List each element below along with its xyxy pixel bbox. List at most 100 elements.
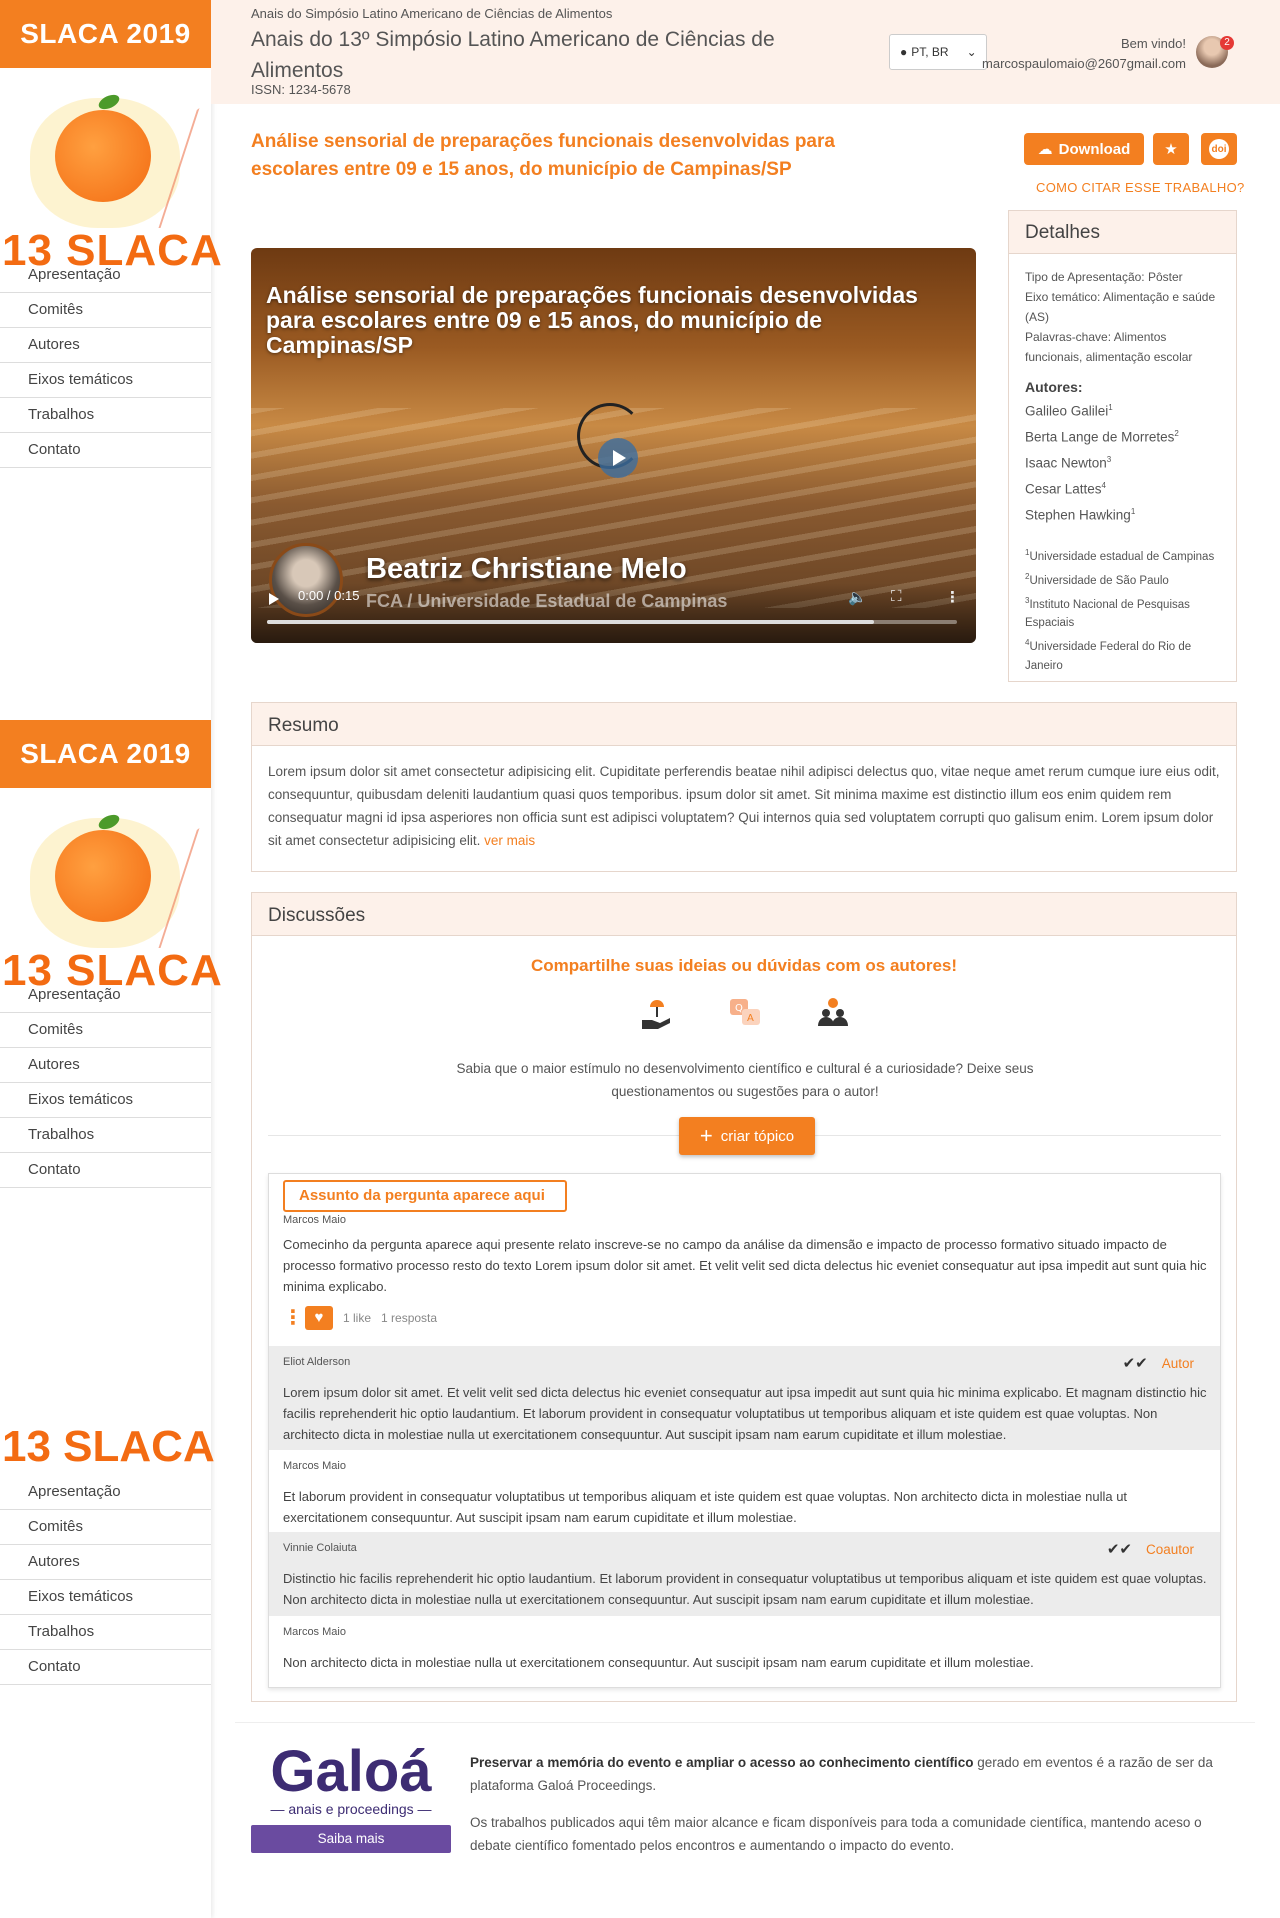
proceedings-title[interactable]: Anais do 13º Simpósio Latino Americano d… [251,24,811,86]
discussion-info: Sabia que o maior estímulo no desenvolvi… [456,1061,1034,1099]
nav-eixos[interactable]: Eixos temáticos [0,363,211,398]
author-name[interactable]: Cesar Lattes4 [1025,475,1220,501]
play-icon[interactable] [269,593,279,605]
author-affiliation-index: 1 [1130,507,1136,516]
star-icon: ★ [1164,141,1178,158]
nav-autores[interactable]: Autores [0,328,211,363]
nav-comites[interactable]: Comitês [0,293,211,328]
footer-text: Preservar a memória do evento e ampliar … [470,1751,1245,1871]
create-topic-label: criar tópico [720,1127,795,1145]
sidebar-nav: Apresentação Comitês Autores Eixos temát… [0,258,211,468]
nav-trabalhos[interactable]: Trabalhos [0,398,211,433]
chevron-down-icon: ⌄ [966,45,977,59]
speaker-name: Beatriz Christiane Melo [366,553,687,585]
nav-comites[interactable]: Comitês [0,1013,211,1048]
download-button[interactable]: ☁ Download [1024,133,1144,165]
people-icon [813,993,853,1033]
galoa-logo: Galoá [270,1739,432,1804]
more-options-icon[interactable]: ⋮ [283,1305,303,1330]
nav-eixos[interactable]: Eixos temáticos [0,1580,211,1615]
nav-trabalhos[interactable]: Trabalhos [0,1615,211,1650]
author-affiliation-index: 3 [1106,455,1112,464]
event-brand[interactable]: SLACA 2019 [0,0,211,68]
top-bar: Anais do Simpósio Latino Americano de Ci… [211,0,1280,104]
thread-subject[interactable]: Assunto da pergunta aparece aqui [283,1180,567,1212]
nav-contato[interactable]: Contato [0,1153,211,1188]
reply-item: Marcos Maio Non architecto dicta in mole… [269,1616,1220,1686]
speaker-photo [269,543,343,617]
galoa-subtitle-text: anais e proceedings [288,1801,414,1817]
galoa-brand: Galoá — anais e proceedings — Saiba mais [251,1741,451,1853]
paper-title: Análise sensorial de preparações funcion… [251,131,835,180]
nav-trabalhos[interactable]: Trabalhos [0,1118,211,1153]
thread-text: Comecinho da pergunta aparece aqui prese… [283,1237,1207,1294]
nav-eixos[interactable]: Eixos temáticos [0,1083,211,1118]
user-email[interactable]: marcospaulomaio@2607gmail.com [982,54,1186,74]
like-count: 1 like [343,1310,372,1325]
learn-more-button[interactable]: Saiba mais [251,1825,451,1853]
create-topic-button[interactable]: + criar tópico [679,1117,815,1155]
reply-role: Coautor [1145,1541,1194,1557]
notification-badge[interactable]: 2 [1220,36,1234,50]
fullscreen-icon[interactable]: ⛶ [891,588,902,605]
discussion-heading: Discussões [252,893,1236,936]
cloud-download-icon: ☁ [1037,141,1053,158]
affiliation-index: 1 [1025,548,1030,557]
reply-author: Marcos Maio [283,1626,346,1638]
volume-icon[interactable]: 🔈 [848,588,867,606]
reply-item: Vinnie Colaiuta ✔✔ Coautor Distinctio hic… [269,1532,1220,1616]
nav-contato[interactable]: Contato [0,433,211,468]
reply-count[interactable]: 1 resposta [381,1311,437,1325]
doi-button[interactable]: doi [1201,133,1237,165]
keywords: Palavras-chave: Alimentos funcionais, al… [1025,327,1220,367]
author-name[interactable]: Galileo Galilei1 [1025,397,1220,423]
play-overlay-icon[interactable] [598,438,638,478]
author-name[interactable]: Berta Lange de Morretes2 [1025,423,1220,449]
theme: Eixo temático: Alimentação e saúde (AS) [1025,287,1220,327]
speaker-institution: FCA / Universidade Estadual de Campinas [366,591,728,611]
author-name[interactable]: Stephen Hawking1 [1025,501,1220,527]
reply-text: Non architecto dicta in molestiae nulla … [283,1655,1034,1670]
abstract-text-block: Lorem ipsum dolor sit amet consectetur a… [252,746,1236,866]
svg-text:Q: Q [735,1003,743,1014]
nav-autores[interactable]: Autores [0,1545,211,1580]
download-label: Download [1058,140,1131,158]
reply-item: Eliot Alderson ✔✔ Autor Lorem ipsum dolor… [269,1346,1220,1450]
presentation-type: Tipo de Apresentação: Pôster [1025,267,1220,287]
issn: ISSN: 1234-5678 [251,82,351,97]
affiliation-index: 4 [1025,638,1030,648]
qa-chat-icon: QA [725,993,765,1033]
thread-author: Marcos Maio [283,1214,346,1226]
logo-text: 13 SLACA [2,226,223,275]
event-brand[interactable]: SLACA 2019 [0,720,211,788]
event-logo: 13 SLACA [0,68,222,275]
favorite-button[interactable]: ★ [1153,133,1189,165]
author-name[interactable]: Isaac Newton3 [1025,449,1220,475]
affiliation: 3Instituto Nacional de Pesquisas Espacia… [1025,595,1190,630]
nav-contato[interactable]: Contato [0,1650,211,1685]
presentation-type-value: Pôster [1147,270,1183,284]
more-options-icon[interactable]: ⋮ [945,588,960,606]
cite-link[interactable]: COMO CITAR ESSE TRABALHO? [1036,180,1245,195]
reply-role: Autor [1161,1355,1194,1371]
video-progress-bar[interactable] [267,620,957,624]
abstract-text: Lorem ipsum dolor sit amet consectetur a… [268,764,1220,848]
details-body: Tipo de Apresentação: Pôster Eixo temáti… [1009,254,1236,689]
video-player[interactable]: Análise sensorial de preparações funcion… [251,248,976,643]
discussion-section: Discussões Compartilhe suas ideias ou dú… [251,892,1237,1702]
thread-actions: ⋮ ♥ 1 like 1 resposta [283,1305,437,1330]
like-button[interactable]: ♥ [305,1305,333,1330]
video-time: 0:00 / 0:15 [298,588,360,603]
doi-icon: doi [1209,139,1229,159]
read-more-link[interactable]: ver mais [484,833,535,848]
reply-text: Distinctio hic facilis reprehenderit hic… [283,1571,1207,1607]
language-select[interactable]: ● PT, BR ⌄ [889,34,987,70]
event-logo: 13 SLACA [0,1420,215,1475]
reply-item: Marcos Maio Et laborum provident in cons… [269,1450,1220,1532]
nav-apresentacao[interactable]: Apresentação [0,1475,211,1510]
proceedings-small-title: Anais do Simpósio Latino Americano de Ci… [251,6,613,21]
reply-author: Vinnie Colaiuta [283,1542,357,1554]
nav-autores[interactable]: Autores [0,1048,211,1083]
nav-comites[interactable]: Comitês [0,1510,211,1545]
affiliations-list: 1Universidade estadual de Campinas 2Unive… [1025,543,1220,676]
